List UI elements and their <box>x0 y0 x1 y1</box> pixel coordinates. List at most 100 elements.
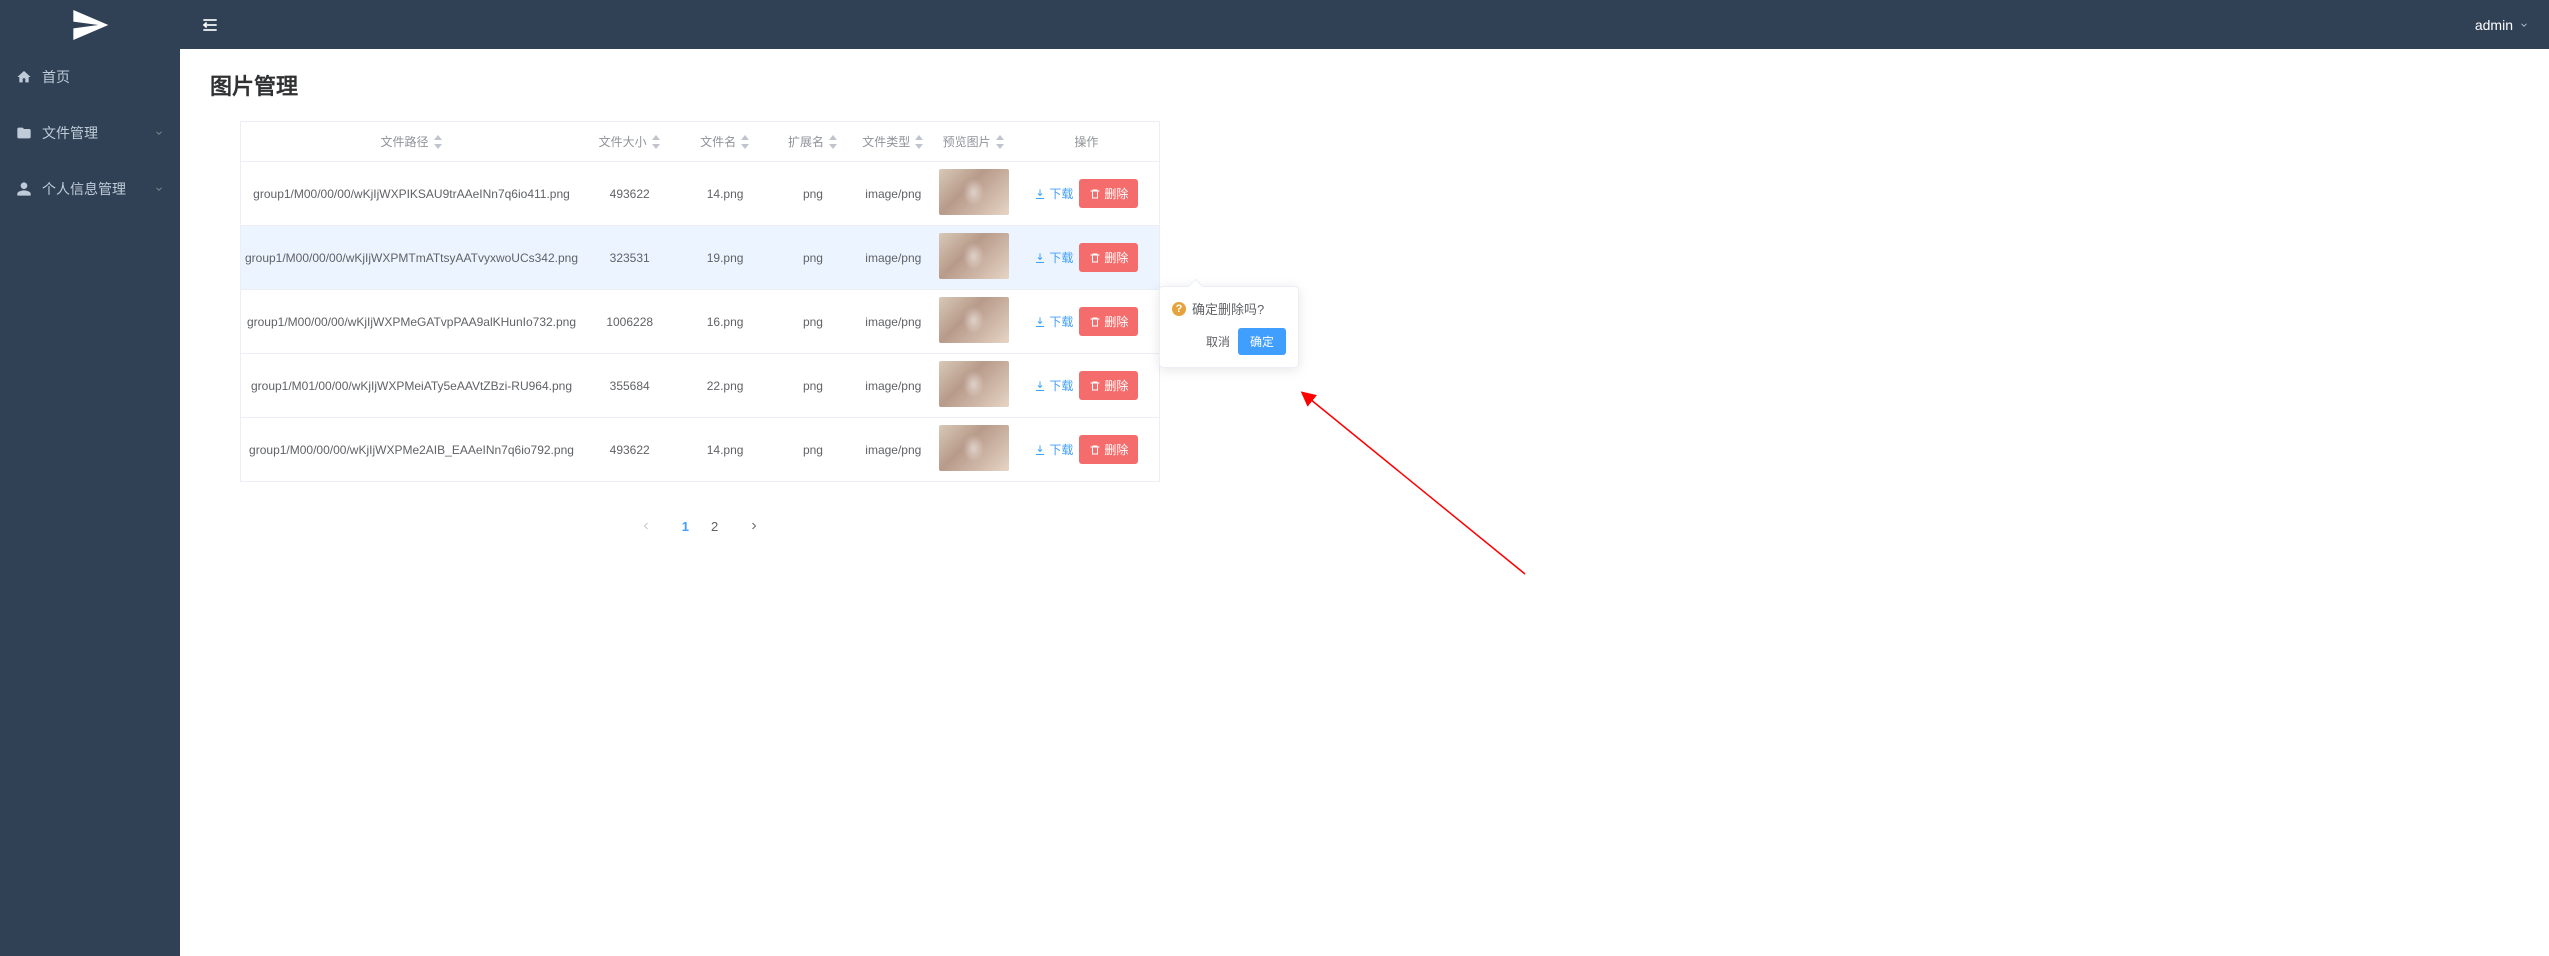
delete-button[interactable]: 删除 <box>1079 371 1138 400</box>
cell-path: group1/M00/00/00/wKjIjWXPMTmATtsyAATvyxw… <box>241 226 582 290</box>
cell-preview <box>933 418 1013 482</box>
cell-path: group1/M01/00/00/wKjIjWXPMeiATy5eAAVtZBz… <box>241 354 582 418</box>
col-header-ext[interactable]: 扩展名 <box>773 122 853 162</box>
cell-path: group1/M00/00/00/wKjIjWXPMeGATvpPAA9alKH… <box>241 290 582 354</box>
question-icon: ? <box>1172 302 1186 316</box>
chevron-down-icon <box>154 128 164 138</box>
popover-message: ?确定删除吗? <box>1172 299 1286 318</box>
cell-actions: 下载删除 <box>1014 418 1160 482</box>
table-row: group1/M00/00/00/wKjIjWXPMeGATvpPAA9alKH… <box>241 290 1160 354</box>
folder-icon <box>16 125 32 141</box>
thumbnail-image[interactable] <box>939 233 1009 279</box>
user-menu[interactable]: admin <box>2475 17 2529 33</box>
download-button[interactable]: 下载 <box>1034 313 1073 330</box>
cell-fname: 14.png <box>677 162 772 226</box>
download-icon <box>1034 252 1046 264</box>
table-row: group1/M00/00/00/wKjIjWXPMe2AIB_EAAeINn7… <box>241 418 1160 482</box>
sort-icon <box>995 135 1005 149</box>
sidebar-item-profile[interactable]: 个人信息管理 <box>0 161 180 217</box>
sort-icon <box>914 135 924 149</box>
sort-icon <box>651 135 661 149</box>
chevron-down-icon <box>2519 20 2529 30</box>
cell-preview <box>933 162 1013 226</box>
chevron-left-icon <box>640 520 652 532</box>
cell-size: 493622 <box>582 162 677 226</box>
cell-size: 323531 <box>582 226 677 290</box>
download-icon <box>1034 316 1046 328</box>
cell-preview <box>933 290 1013 354</box>
cell-type: image/png <box>853 162 933 226</box>
sort-icon <box>740 135 750 149</box>
collapse-menu-icon[interactable] <box>200 15 220 35</box>
trash-icon <box>1089 252 1101 264</box>
col-header-type[interactable]: 文件类型 <box>853 122 933 162</box>
sidebar-item-files[interactable]: 文件管理 <box>0 105 180 161</box>
cell-fname: 16.png <box>677 290 772 354</box>
cell-type: image/png <box>853 354 933 418</box>
col-header-fname[interactable]: 文件名 <box>677 122 772 162</box>
download-button[interactable]: 下载 <box>1034 377 1073 394</box>
sidebar-item-label: 个人信息管理 <box>42 179 154 199</box>
cell-ext: png <box>773 418 853 482</box>
col-header-size[interactable]: 文件大小 <box>582 122 677 162</box>
cell-preview <box>933 226 1013 290</box>
delete-button[interactable]: 删除 <box>1079 435 1138 464</box>
user-icon <box>16 181 32 197</box>
page-prev[interactable] <box>632 512 660 540</box>
sort-icon <box>433 135 443 149</box>
user-name: admin <box>2475 17 2513 33</box>
download-icon <box>1034 444 1046 456</box>
cell-actions: 下载删除 <box>1014 290 1160 354</box>
image-table: 文件路径 文件大小 文件名 <box>240 121 1160 482</box>
content: 图片管理 文件路径 文件大小 <box>180 49 2549 580</box>
cell-ext: png <box>773 226 853 290</box>
table-row: group1/M00/00/00/wKjIjWXPIKSAU9trAAeINn7… <box>241 162 1160 226</box>
delete-button[interactable]: 删除 <box>1079 307 1138 336</box>
table-header-row: 文件路径 文件大小 文件名 <box>241 122 1160 162</box>
cell-type: image/png <box>853 226 933 290</box>
sidebar-item-label: 文件管理 <box>42 123 154 143</box>
home-icon <box>16 69 32 85</box>
thumbnail-image[interactable] <box>939 425 1009 471</box>
cell-actions: 下载删除 <box>1014 162 1160 226</box>
thumbnail-image[interactable] <box>939 169 1009 215</box>
table-row: group1/M00/00/00/wKjIjWXPMTmATtsyAATvyxw… <box>241 226 1160 290</box>
logo-area <box>0 0 180 49</box>
delete-button[interactable]: 删除 <box>1079 243 1138 272</box>
col-header-action: 操作 <box>1014 122 1160 162</box>
trash-icon <box>1089 380 1101 392</box>
cell-path: group1/M00/00/00/wKjIjWXPIKSAU9trAAeINn7… <box>241 162 582 226</box>
download-icon <box>1034 188 1046 200</box>
page-1[interactable]: 1 <box>682 519 689 534</box>
thumbnail-image[interactable] <box>939 297 1009 343</box>
download-button[interactable]: 下载 <box>1034 249 1073 266</box>
cell-fname: 19.png <box>677 226 772 290</box>
col-header-preview[interactable]: 预览图片 <box>933 122 1013 162</box>
download-button[interactable]: 下载 <box>1034 185 1073 202</box>
pagination: 1 2 <box>240 512 1160 540</box>
confirm-button[interactable]: 确定 <box>1238 328 1286 355</box>
paper-plane-icon <box>70 5 110 45</box>
cell-type: image/png <box>853 290 933 354</box>
sidebar-item-home[interactable]: 首页 <box>0 49 180 105</box>
delete-button[interactable]: 删除 <box>1079 179 1138 208</box>
cell-preview <box>933 354 1013 418</box>
thumbnail-image[interactable] <box>939 361 1009 407</box>
chevron-right-icon <box>748 520 760 532</box>
cell-type: image/png <box>853 418 933 482</box>
annotation-arrow <box>1300 389 1530 579</box>
page-2[interactable]: 2 <box>711 519 718 534</box>
cancel-button[interactable]: 取消 <box>1206 333 1230 350</box>
cell-ext: png <box>773 162 853 226</box>
sidebar: 首页 文件管理 个人信息管理 <box>0 0 180 956</box>
cell-size: 493622 <box>582 418 677 482</box>
col-header-path[interactable]: 文件路径 <box>241 122 582 162</box>
download-icon <box>1034 380 1046 392</box>
trash-icon <box>1089 316 1101 328</box>
download-button[interactable]: 下载 <box>1034 441 1073 458</box>
cell-actions: 下载删除?确定删除吗?取消确定 <box>1014 226 1160 290</box>
sidebar-item-label: 首页 <box>42 67 164 87</box>
main-area: admin 图片管理 文件路径 文件大小 <box>180 0 2549 956</box>
cell-actions: 下载删除 <box>1014 354 1160 418</box>
page-next[interactable] <box>740 512 768 540</box>
